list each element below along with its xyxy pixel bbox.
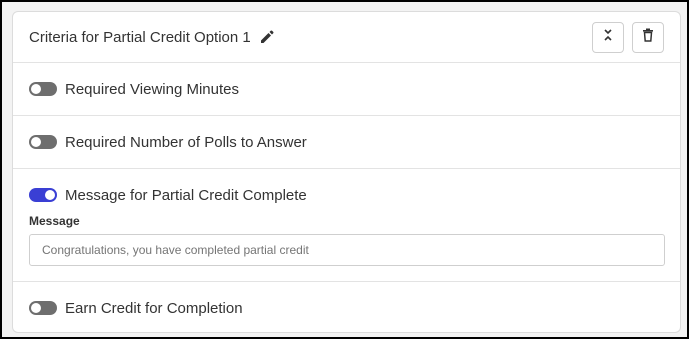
message-field-label: Message — [29, 214, 80, 228]
message-input[interactable] — [29, 234, 665, 266]
completion-label: Earn Credit for Completion — [65, 299, 243, 317]
pencil-icon[interactable] — [259, 29, 275, 45]
card-header: Criteria for Partial Credit Option 1 — [13, 12, 680, 63]
message-toggle-label: Message for Partial Credit Complete — [65, 186, 307, 204]
message-toggle[interactable] — [29, 188, 57, 202]
delete-button[interactable] — [632, 21, 664, 53]
trash-icon — [642, 28, 654, 47]
viewing-minutes-toggle[interactable] — [29, 82, 57, 96]
partial-credit-card: Criteria for Partial Credit Option 1 Req… — [12, 11, 681, 333]
viewing-minutes-label: Required Viewing Minutes — [65, 80, 239, 98]
collapse-chevrons-icon — [602, 28, 614, 47]
completion-toggle[interactable] — [29, 301, 57, 315]
card-title: Criteria for Partial Credit Option 1 — [29, 28, 251, 46]
criteria-row-viewing-minutes: Required Viewing Minutes — [13, 63, 680, 116]
polls-label: Required Number of Polls to Answer — [65, 133, 307, 151]
toggle-knob — [31, 84, 41, 94]
window-frame: Criteria for Partial Credit Option 1 Req… — [0, 0, 689, 339]
criteria-row-completion: Earn Credit for Completion — [13, 282, 680, 332]
toggle-knob — [45, 190, 55, 200]
criteria-row-message: Message for Partial Credit Complete Mess… — [13, 169, 680, 282]
polls-toggle[interactable] — [29, 135, 57, 149]
criteria-row-polls: Required Number of Polls to Answer — [13, 116, 680, 169]
header-actions — [592, 21, 664, 53]
toggle-knob — [31, 303, 41, 313]
toggle-knob — [31, 137, 41, 147]
collapse-button[interactable] — [592, 21, 624, 53]
